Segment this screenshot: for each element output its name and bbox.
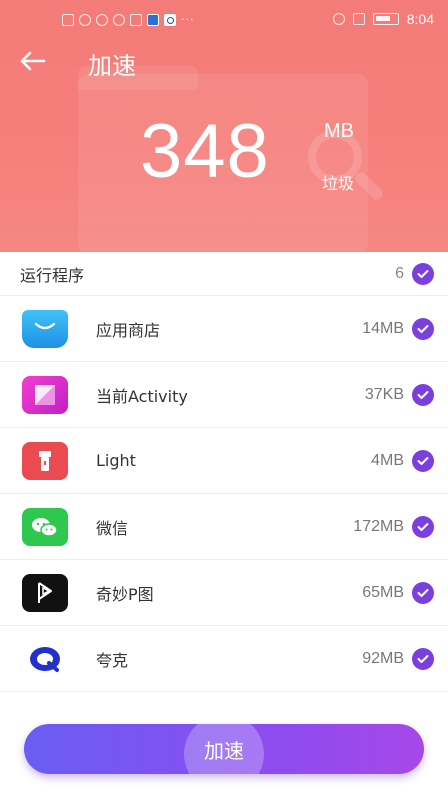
app-notification-icon <box>147 13 159 26</box>
status-system-icons: 8:04 <box>332 11 434 27</box>
list-item[interactable]: 夸克 92MB <box>0 626 448 692</box>
app-name: 应用商店 <box>96 320 161 340</box>
app-name: 当前Activity <box>96 386 188 406</box>
activity-icon <box>22 375 68 414</box>
battery-icon <box>372 13 399 25</box>
app-size: 4MB <box>371 451 404 469</box>
list-item[interactable]: 微信 172MB <box>0 494 448 560</box>
list-item[interactable]: 当前Activity 37KB <box>0 362 448 428</box>
header-panel: ··· 8:04 加速 348 MB 垃圾 <box>0 0 448 252</box>
app-size: 92MB <box>362 649 404 667</box>
app-check-icon[interactable] <box>412 581 434 604</box>
weather-icon <box>96 13 108 26</box>
app-name: 夸克 <box>96 650 129 670</box>
browser-notification-icon <box>164 13 176 26</box>
list-item[interactable]: 应用商店 14MB <box>0 296 448 362</box>
app-check-icon[interactable] <box>412 647 434 670</box>
usb-icon <box>113 13 125 26</box>
photo-editor-icon <box>22 573 68 612</box>
select-all-check-icon[interactable] <box>412 262 434 285</box>
list-header: 运行程序 6 <box>0 252 448 296</box>
app-check-icon[interactable] <box>412 317 434 340</box>
speed-up-button-label: 加速 <box>204 738 244 763</box>
vibrate-icon <box>352 13 365 25</box>
quark-browser-icon <box>22 640 68 678</box>
running-count: 6 <box>395 264 404 282</box>
app-check-icon[interactable] <box>412 383 434 406</box>
app-check-icon[interactable] <box>412 515 434 538</box>
more-notifications-icon: ··· <box>181 13 195 26</box>
wifi-icon <box>79 13 91 26</box>
flashlight-icon <box>22 441 68 480</box>
speed-up-button[interactable]: 加速 <box>24 724 424 774</box>
app-size: 14MB <box>362 319 404 337</box>
app-size: 65MB <box>362 583 404 601</box>
app-name: 奇妙P图 <box>96 584 154 604</box>
status-bar: ··· 8:04 <box>0 0 448 40</box>
status-time: 8:04 <box>406 11 434 27</box>
status-notification-icons: ··· <box>62 13 195 26</box>
running-apps-list: 运行程序 6 应用商店 14MB 当前Activity 37KB Light 4… <box>0 252 448 692</box>
list-item[interactable]: Light 4MB <box>0 428 448 494</box>
app-name: Light <box>96 451 136 470</box>
vivo-app-store-icon <box>22 309 68 348</box>
bluetooth-icon <box>332 13 345 25</box>
junk-size-value: 348 <box>140 109 270 194</box>
app-size: 37KB <box>364 385 404 403</box>
junk-size-unit: MB <box>324 120 354 142</box>
list-item[interactable]: 奇妙P图 65MB <box>0 560 448 626</box>
sim-icon <box>62 13 74 26</box>
back-arrow-icon[interactable] <box>18 48 48 74</box>
wechat-icon <box>22 507 68 546</box>
app-size: 172MB <box>353 517 404 535</box>
list-title: 运行程序 <box>20 265 85 285</box>
folder-notification-icon <box>130 13 142 26</box>
junk-label: 垃圾 <box>322 174 355 193</box>
page-title: 加速 <box>88 52 136 80</box>
app-name: 微信 <box>96 518 129 538</box>
app-check-icon[interactable] <box>412 449 434 472</box>
